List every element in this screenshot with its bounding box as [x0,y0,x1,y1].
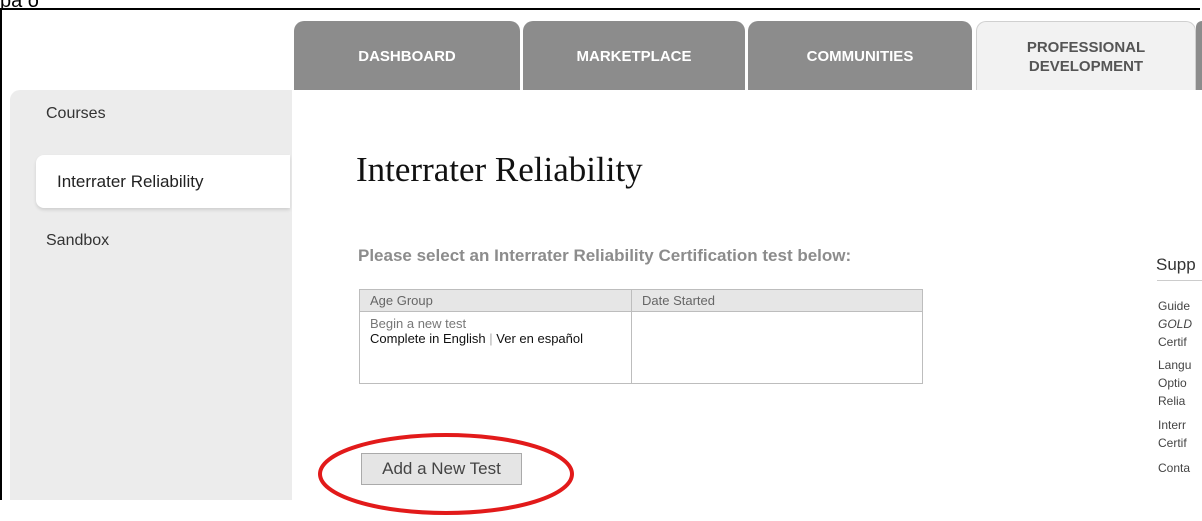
tab-label: PROFESSIONAL DEVELOPMENT [1027,38,1145,76]
ver-en-espanol-link[interactable]: Ver en español [496,331,583,346]
support-link-interrater[interactable]: Interr [1158,416,1186,434]
support-link-options[interactable]: Optio [1158,374,1187,392]
tab-label: DASHBOARD [358,47,456,65]
tab-professional-development[interactable]: PROFESSIONAL DEVELOPMENT [976,21,1196,92]
link-separator: | [489,331,493,346]
tab-next-partial[interactable] [1196,21,1202,91]
age-group-cell: Begin a new test Complete in English | V… [359,311,632,384]
tab-label: MARKETPLACE [576,47,692,65]
support-link-language[interactable]: Langu [1158,356,1191,374]
sidebar [10,90,292,500]
tab-label-line2: DEVELOPMENT [1028,58,1144,75]
table-header-row: Age Group Date Started [359,289,923,312]
column-header-date-started: Date Started [631,289,923,312]
support-heading: Supp [1156,255,1196,274]
instruction-text: Please select an Interrater Reliability … [358,246,852,265]
tab-marketplace[interactable]: MARKETPLACE [523,21,745,91]
begin-new-test-label: Begin a new test [370,316,467,331]
page-title: Interrater Reliability [356,150,643,189]
sidebar-item-label: Interrater Reliability [57,171,204,191]
sidebar-item-sandbox[interactable]: Sandbox [46,232,109,250]
table-row: Begin a new test Complete in English | V… [359,311,923,384]
tab-label: COMMUNITIES [806,47,914,65]
complete-in-english-link[interactable]: Complete in English [370,331,486,346]
sidebar-item-courses[interactable]: Courses [46,105,106,123]
support-link-contact[interactable]: Conta [1158,459,1190,477]
tests-table: Age Group Date Started Begin a new test … [359,289,923,384]
support-link-guide[interactable]: Guide [1158,297,1190,315]
support-link-gold[interactable]: GOLD [1158,315,1192,333]
support-link-reliability[interactable]: Relia [1158,392,1185,410]
support-link-certification-2[interactable]: Certif [1158,434,1187,452]
tab-dashboard[interactable]: DASHBOARD [294,21,520,91]
sidebar-item-interrater-reliability[interactable]: Interrater Reliability [36,155,290,208]
support-link-certification[interactable]: Certif [1158,333,1187,351]
date-started-cell [631,311,923,384]
support-divider [1157,280,1202,281]
tab-label-line1: PROFESSIONAL [1026,39,1146,56]
column-header-age-group: Age Group [359,289,632,312]
annotation-circle [318,433,574,515]
tab-communities[interactable]: COMMUNITIES [748,21,972,91]
